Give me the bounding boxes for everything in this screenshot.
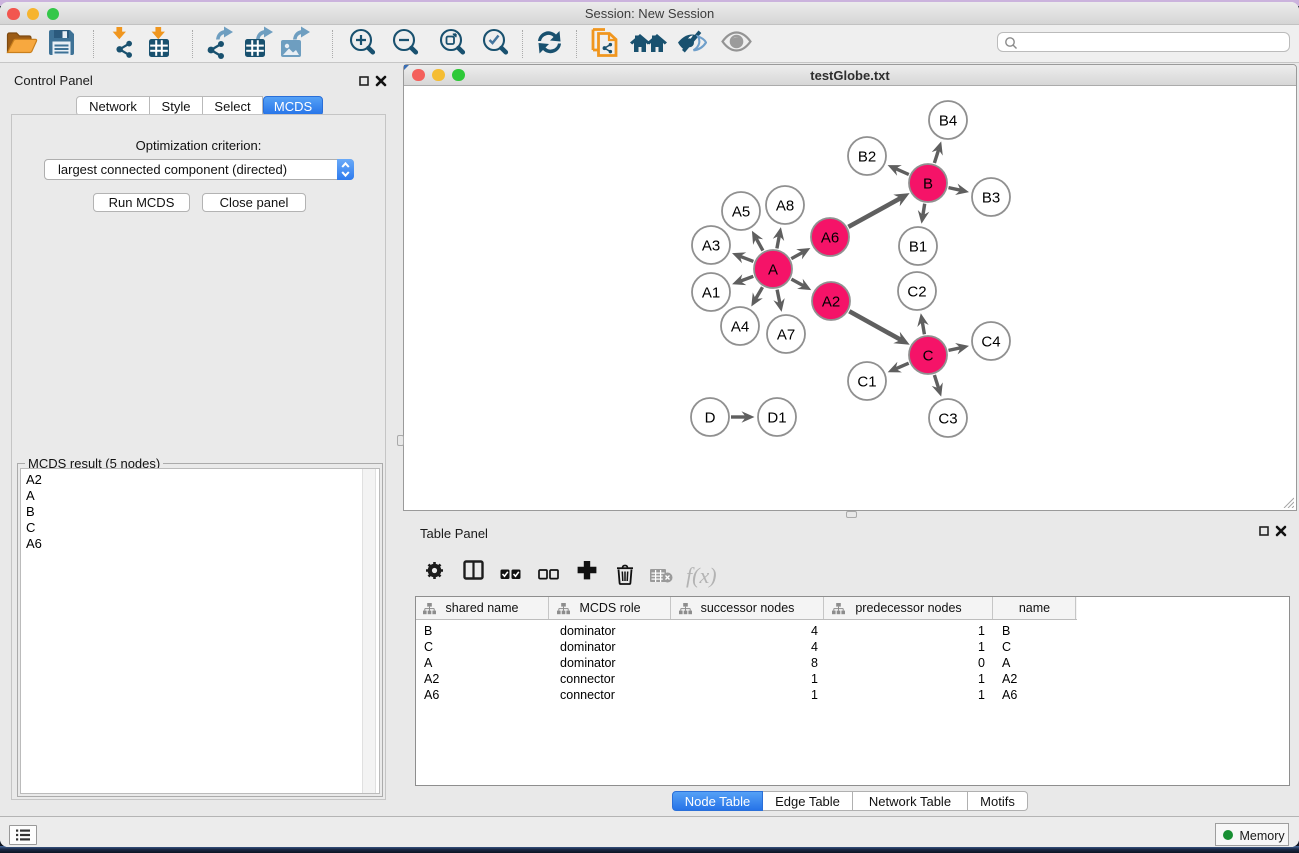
svg-text:A: A bbox=[768, 262, 778, 279]
svg-text:C2: C2 bbox=[907, 284, 926, 301]
svg-text:A2: A2 bbox=[822, 294, 840, 311]
svg-text:B4: B4 bbox=[939, 113, 957, 130]
svg-text:C4: C4 bbox=[981, 334, 1000, 351]
svg-text:D: D bbox=[705, 410, 716, 427]
svg-text:C1: C1 bbox=[857, 374, 876, 391]
svg-text:A1: A1 bbox=[702, 285, 720, 302]
svg-text:C3: C3 bbox=[938, 411, 957, 428]
svg-text:B: B bbox=[923, 176, 933, 193]
svg-text:A6: A6 bbox=[821, 230, 839, 247]
svg-text:C: C bbox=[923, 348, 934, 365]
svg-text:B2: B2 bbox=[858, 149, 876, 166]
svg-text:B3: B3 bbox=[982, 190, 1000, 207]
svg-text:A7: A7 bbox=[777, 327, 795, 344]
svg-text:A3: A3 bbox=[702, 238, 720, 255]
svg-text:A8: A8 bbox=[776, 198, 794, 215]
svg-text:D1: D1 bbox=[767, 410, 786, 427]
svg-text:B1: B1 bbox=[909, 239, 927, 256]
svg-text:A5: A5 bbox=[732, 204, 750, 221]
svg-text:A4: A4 bbox=[731, 319, 749, 336]
